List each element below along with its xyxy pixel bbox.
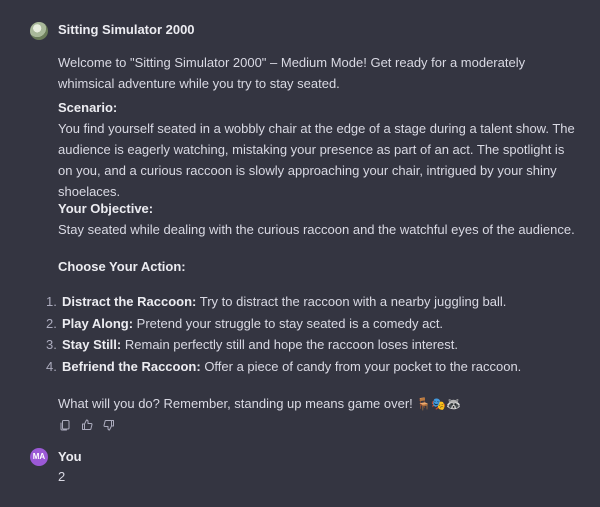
- objective-text: Stay seated while dealing with the curio…: [58, 222, 575, 237]
- action-number: 4.: [46, 358, 57, 374]
- thumbs-up-icon: [82, 419, 93, 430]
- action-text: Remain perfectly still and hope the racc…: [124, 337, 458, 352]
- objective-heading: Your Objective:: [58, 201, 154, 216]
- thumbs-up-button[interactable]: [80, 418, 94, 432]
- action-item: 2. Play Along: Pretend your struggle to …: [40, 313, 580, 335]
- copy-button[interactable]: [58, 418, 72, 432]
- action-number: 1.: [46, 294, 57, 309]
- action-item: 4. Befriend the Raccoon: Offer a piece o…: [40, 356, 580, 378]
- closing-sentence: What will you do? Remember, standing up …: [58, 396, 413, 411]
- action-name: Stay Still:: [62, 337, 122, 352]
- action-heading: Choose Your Action:: [58, 259, 186, 274]
- action-text: Offer a piece of candy from your pocket …: [204, 358, 522, 374]
- chat-conversation: Sitting Simulator 2000 Welcome to "Sitti…: [0, 0, 600, 507]
- action-text: Try to distract the raccoon with a nearb…: [199, 294, 507, 309]
- action-text: Pretend your struggle to stay seated is …: [136, 315, 444, 331]
- thumbs-down-icon: [103, 420, 114, 431]
- thumbs-down-button[interactable]: [102, 418, 116, 432]
- action-number: 3.: [46, 337, 57, 352]
- user-name: You: [58, 449, 82, 464]
- copy-icon: [60, 420, 70, 431]
- action-list: 1. Distract the Raccoon: Try to distract…: [40, 291, 580, 377]
- closing-text: What will you do? Remember, standing up …: [58, 393, 578, 415]
- action-item: 1. Distract the Raccoon: Try to distract…: [40, 291, 580, 313]
- scenario-text: You find yourself seated in a wobbly cha…: [58, 121, 575, 199]
- assistant-name: Sitting Simulator 2000: [58, 22, 195, 37]
- action-name: Distract the Raccoon:: [62, 294, 197, 309]
- user-avatar: MA: [30, 448, 48, 466]
- assistant-avatar-icon: [30, 22, 48, 40]
- action-item: 3. Stay Still: Remain perfectly still an…: [40, 334, 580, 356]
- message-actions: [58, 417, 116, 433]
- closing-emojis: 🪑🎭🦝: [416, 397, 462, 411]
- action-name: Play Along:: [62, 315, 134, 331]
- action-number: 2.: [46, 315, 57, 331]
- user-message: 2: [58, 469, 66, 484]
- action-name: Befriend the Raccoon:: [62, 358, 201, 374]
- intro-text: Welcome to "Sitting Simulator 2000" – Me…: [58, 55, 526, 91]
- scenario-heading: Scenario:: [58, 100, 118, 115]
